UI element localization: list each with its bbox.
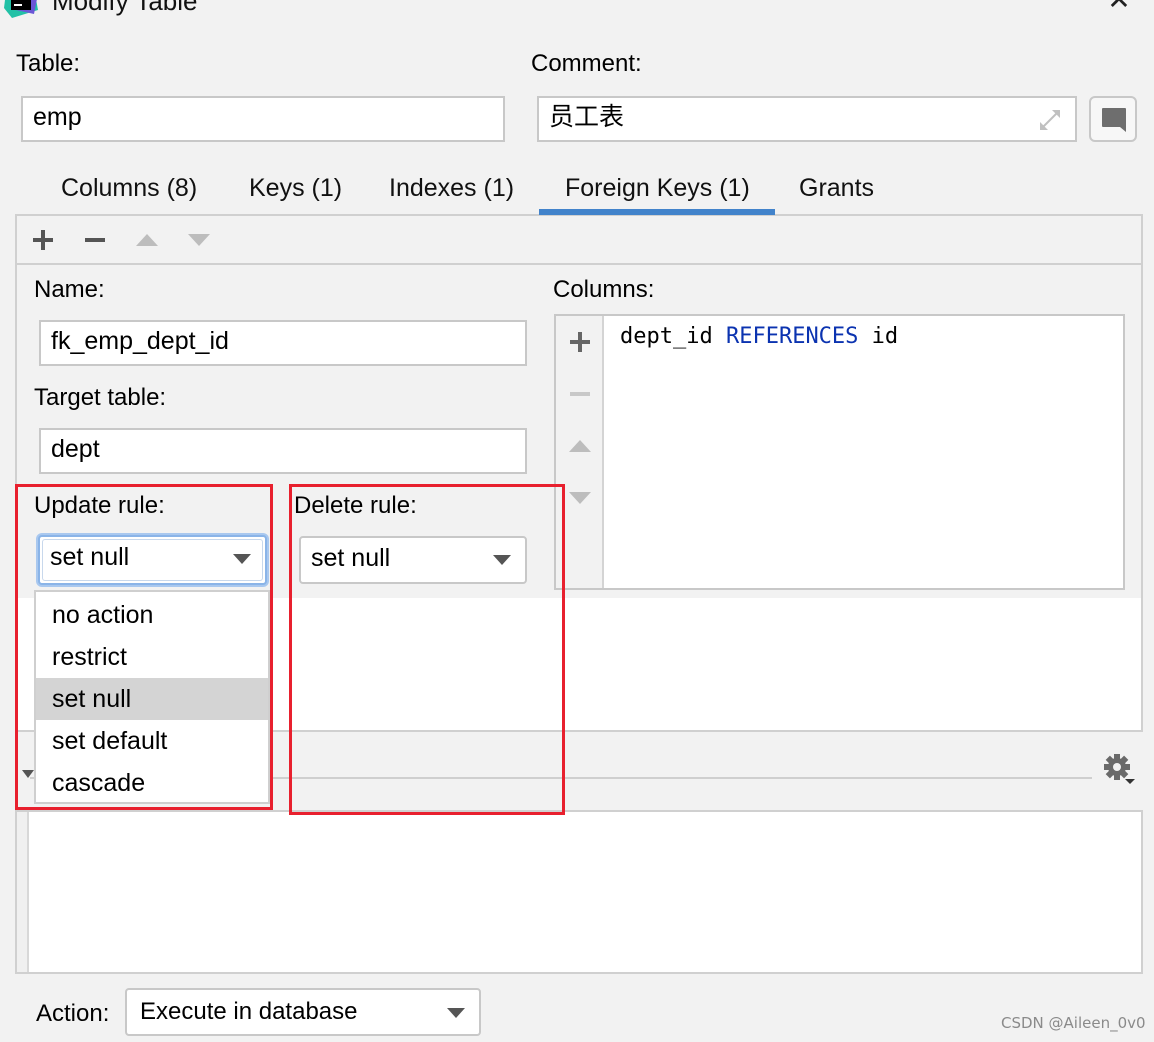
columns-label: Columns:: [553, 276, 655, 303]
action-label: Action:: [36, 1000, 110, 1027]
move-down-icon[interactable]: [566, 484, 594, 512]
table-label: Table:: [16, 50, 81, 77]
move-down-icon[interactable]: [184, 226, 214, 254]
columns-list[interactable]: [554, 314, 1125, 590]
tab-columns[interactable]: Columns (8): [61, 170, 197, 214]
annotation-box-update-rule: [15, 484, 273, 810]
move-up-icon[interactable]: [132, 226, 162, 254]
watermark: CSDN @Aileen_0v0: [1001, 1014, 1146, 1032]
close-button[interactable]: ✕: [1102, 0, 1136, 16]
comment-input[interactable]: 员工表: [537, 96, 1077, 142]
close-icon: ✕: [1107, 0, 1130, 15]
comment-icon: [1102, 108, 1126, 132]
tab-grants[interactable]: Grants: [799, 170, 874, 214]
datagrip-logo-icon: [4, 0, 38, 18]
tab-indexes[interactable]: Indexes (1): [389, 170, 514, 214]
action-value: Execute in database: [140, 998, 358, 1025]
gear-icon[interactable]: [1102, 752, 1138, 788]
window-title: Modify Table: [52, 0, 198, 16]
sql-preview-editor[interactable]: [15, 810, 1143, 974]
tab-keys[interactable]: Keys (1): [249, 170, 342, 214]
minus-icon[interactable]: [80, 226, 110, 254]
tab-foreign-keys[interactable]: Foreign Keys (1): [565, 170, 750, 214]
action-select[interactable]: Execute in database: [125, 988, 481, 1036]
fk-name-input[interactable]: fk_emp_dept_id: [39, 320, 527, 366]
expand-icon[interactable]: [1036, 106, 1064, 134]
move-up-icon[interactable]: [566, 432, 594, 460]
editor-gutter: [17, 812, 29, 972]
table-name-input[interactable]: emp: [21, 96, 505, 142]
fk-name-label: Name:: [34, 276, 105, 303]
target-table-input[interactable]: dept: [39, 428, 527, 474]
plus-icon[interactable]: [28, 226, 58, 254]
active-tab-indicator: [539, 209, 775, 215]
chevron-down-icon: [447, 1008, 465, 1018]
add-column-icon[interactable]: [566, 328, 594, 356]
source-column: dept_id: [620, 324, 713, 349]
comment-button[interactable]: [1089, 96, 1137, 142]
remove-column-icon[interactable]: [566, 380, 594, 408]
annotation-box-delete-rule: [289, 484, 565, 815]
references-keyword: REFERENCES: [725, 324, 859, 349]
target-table-label: Target table:: [34, 384, 167, 411]
target-column: id: [871, 324, 899, 349]
column-mapping-row[interactable]: dept_id REFERENCES id: [620, 322, 898, 352]
toolbar-divider: [17, 263, 1141, 265]
comment-label: Comment:: [531, 50, 642, 77]
